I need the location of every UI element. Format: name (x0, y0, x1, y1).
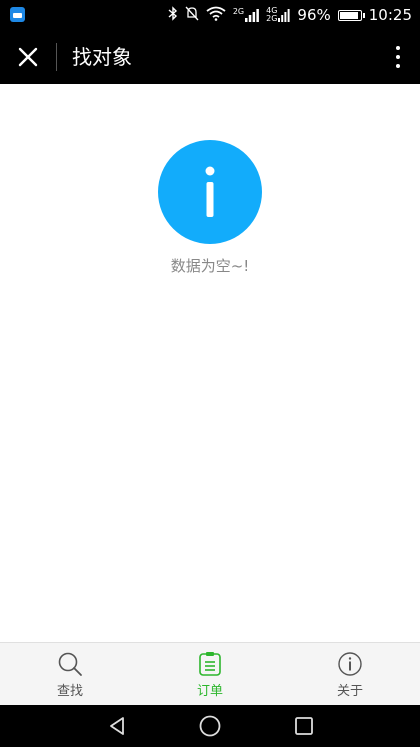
tab-search[interactable]: 查找 (0, 643, 140, 706)
back-triangle-icon (110, 717, 124, 735)
wifi-icon (206, 6, 226, 25)
info-icon (338, 651, 362, 676)
system-navigation-bar (0, 705, 420, 747)
clock: 10:25 (368, 6, 412, 24)
signal-4g-indicator: 4G 2G (266, 7, 291, 23)
clipboard-icon (199, 651, 221, 676)
close-button[interactable] (10, 39, 46, 75)
app-bar: 找对象 (0, 30, 420, 84)
close-icon (18, 47, 38, 67)
recents-button[interactable] (293, 715, 315, 741)
network-type-stack: 4G 2G (266, 7, 277, 23)
gallery-notification-icon (10, 7, 25, 22)
network-type-label: 2G (266, 14, 278, 23)
signal-2g-indicator: 2G (232, 7, 260, 22)
screen: 2G 4G 2G 96% 10:25 找对象 数据为空~! 查找 订单 关于 (0, 0, 420, 747)
home-circle-icon (199, 715, 221, 737)
mute-icon (185, 6, 199, 25)
tab-label: 查找 (56, 683, 83, 699)
info-icon (158, 140, 262, 244)
home-button[interactable] (199, 715, 221, 741)
tab-orders[interactable]: 订单 (140, 643, 280, 706)
battery-percent: 96% (297, 6, 331, 24)
more-options-button[interactable] (390, 42, 406, 72)
search-icon (58, 652, 82, 676)
empty-state-message: 数据为空~! (170, 257, 250, 275)
recents-square-icon (295, 717, 313, 735)
signal-bars-icon (278, 9, 291, 22)
battery-fill (339, 11, 358, 19)
status-indicators: 2G 4G 2G 96% 10:25 (168, 0, 412, 30)
more-dot (396, 64, 400, 68)
status-bar: 2G 4G 2G 96% 10:25 (0, 0, 420, 30)
bluetooth-icon (168, 5, 178, 25)
app-bar-divider (56, 43, 57, 71)
signal-bars-icon (245, 9, 260, 22)
battery-icon (337, 9, 365, 21)
network-type-label: 2G (232, 7, 245, 16)
tab-label: 关于 (336, 683, 363, 699)
more-dot (396, 46, 400, 50)
tab-about[interactable]: 关于 (280, 643, 420, 706)
bottom-tab-bar: 查找 订单 关于 (0, 642, 420, 706)
back-button[interactable] (106, 715, 128, 741)
tab-label: 订单 (196, 683, 223, 699)
page-title: 找对象 (72, 45, 132, 69)
more-dot (396, 55, 400, 59)
